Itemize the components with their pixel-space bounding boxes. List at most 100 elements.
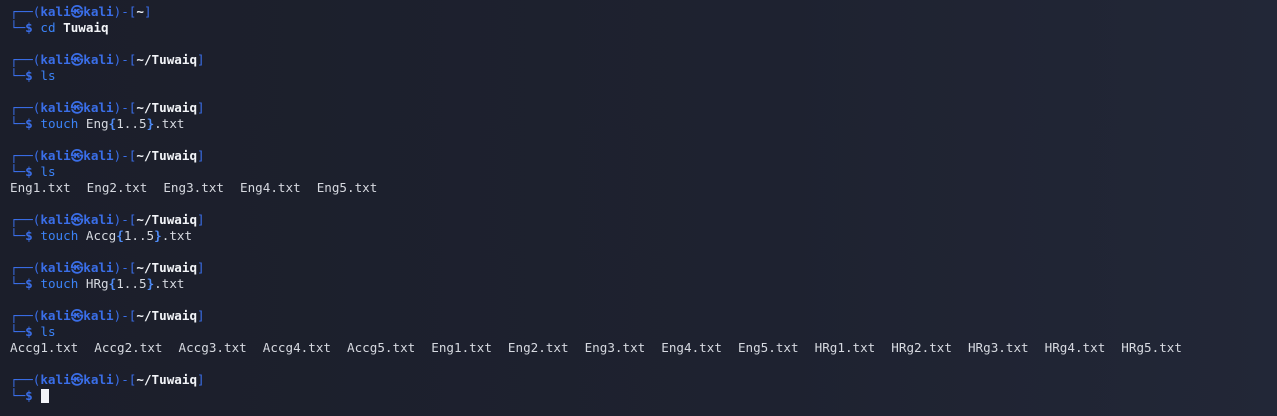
prompt-header-line: ┌──(kali㉿kali)-[~/Tuwaiq] xyxy=(10,372,1270,388)
output-filename: Accg4.txt xyxy=(262,340,331,355)
prompt-host: kali xyxy=(83,52,114,67)
prompt-dollar: $ xyxy=(25,276,33,291)
prompt-path: ~/Tuwaiq xyxy=(136,260,198,275)
prompt-frame: └─ xyxy=(10,276,26,291)
prompt-frame: └─ xyxy=(10,324,26,339)
prompt-frame: ] xyxy=(197,52,205,67)
prompt-separator-icon: ㉿ xyxy=(70,100,84,115)
prompt-dollar: $ xyxy=(25,324,33,339)
output-filename: Eng2.txt xyxy=(86,180,148,195)
prompt-dollar: $ xyxy=(25,164,33,179)
command-line: └─$ ls xyxy=(10,164,1270,180)
command-line: └─$ ls xyxy=(10,324,1270,340)
command-name: touch xyxy=(40,276,79,291)
prompt-dollar: $ xyxy=(25,68,33,83)
prompt-frame: ] xyxy=(197,100,205,115)
prompt-host: kali xyxy=(83,260,114,275)
prompt-header-line: ┌──(kali㉿kali)-[~/Tuwaiq] xyxy=(10,100,1270,116)
prompt-user: kali xyxy=(40,4,71,19)
prompt-path: ~/Tuwaiq xyxy=(136,212,198,227)
prompt-frame: ] xyxy=(197,372,205,387)
prompt-path: ~/Tuwaiq xyxy=(136,148,198,163)
prompt-dollar: $ xyxy=(25,388,33,403)
output-filename: Eng3.txt xyxy=(584,340,646,355)
prompt-dollar: $ xyxy=(25,228,33,243)
prompt-frame: )-[ xyxy=(113,372,137,387)
prompt-frame: ┌──( xyxy=(10,308,41,323)
command-name: ls xyxy=(40,68,56,83)
output-filename: HRg1.txt xyxy=(814,340,876,355)
prompt-path: ~/Tuwaiq xyxy=(136,100,198,115)
prompt-user: kali xyxy=(40,148,71,163)
prompt-frame: └─ xyxy=(10,20,26,35)
command-argument: .txt xyxy=(161,228,193,243)
output-filename: Eng3.txt xyxy=(163,180,225,195)
prompt-separator-icon: ㉿ xyxy=(70,52,84,67)
prompt-frame: ] xyxy=(197,148,205,163)
prompt-user: kali xyxy=(40,260,71,275)
prompt-frame: )-[ xyxy=(113,260,137,275)
command-line: └─$ touch Eng{1..5}.txt xyxy=(10,116,1270,132)
prompt-host: kali xyxy=(83,372,114,387)
prompt-separator-icon: ㉿ xyxy=(70,260,84,275)
prompt-frame: └─ xyxy=(10,68,26,83)
prompt-frame: )-[ xyxy=(113,308,137,323)
prompt-frame: ] xyxy=(197,260,205,275)
prompt-frame: ] xyxy=(197,308,205,323)
output-filename: Eng4.txt xyxy=(661,340,722,355)
output-filename: Eng2.txt xyxy=(507,340,569,355)
prompt-frame: ┌──( xyxy=(10,372,41,387)
command-name: touch xyxy=(40,116,79,131)
output-filename: Accg2.txt xyxy=(94,340,163,355)
prompt-frame: )-[ xyxy=(113,4,137,19)
prompt-path: ~/Tuwaiq xyxy=(136,308,198,323)
command-line[interactable]: └─$ xyxy=(10,388,1270,404)
prompt-separator-icon: ㉿ xyxy=(70,372,84,387)
prompt-frame: )-[ xyxy=(113,212,137,227)
command-argument: Eng xyxy=(85,116,109,131)
command-argument: 1..5 xyxy=(116,276,147,291)
command-argument: .txt xyxy=(154,276,185,291)
command-output: Accg1.txt Accg2.txt Accg3.txt Accg4.txt Accg… xyxy=(10,340,1270,356)
prompt-frame: └─ xyxy=(10,388,26,403)
output-filename: Eng5.txt xyxy=(737,340,799,355)
command-argument: { xyxy=(116,228,124,243)
command-line: └─$ touch Accg{1..5}.txt xyxy=(10,228,1270,244)
command-argument: .txt xyxy=(154,116,185,131)
prompt-separator-icon: ㉿ xyxy=(70,212,84,227)
prompt-frame: )-[ xyxy=(113,100,137,115)
prompt-frame: ] xyxy=(197,212,205,227)
command-argument: HRg xyxy=(85,276,109,291)
prompt-user: kali xyxy=(40,308,71,323)
prompt-host: kali xyxy=(83,4,114,19)
prompt-header-line: ┌──(kali㉿kali)-[~/Tuwaiq] xyxy=(10,52,1270,68)
prompt-path: ~/Tuwaiq xyxy=(136,52,198,67)
command-line: └─$ ls xyxy=(10,68,1270,84)
output-filename: Eng4.txt xyxy=(240,180,301,195)
command-argument: 1..5 xyxy=(123,228,155,243)
prompt-user: kali xyxy=(40,52,71,67)
prompt-host: kali xyxy=(83,212,114,227)
command-name: touch xyxy=(40,228,79,243)
prompt-path: ~/Tuwaiq xyxy=(136,372,198,387)
prompt-header-line: ┌──(kali㉿kali)-[~/Tuwaiq] xyxy=(10,148,1270,164)
command-argument: Accg xyxy=(85,228,117,243)
prompt-dollar: $ xyxy=(25,116,33,131)
output-filename: HRg2.txt xyxy=(891,340,952,355)
prompt-frame: ┌──( xyxy=(10,148,41,163)
prompt-frame: └─ xyxy=(10,164,26,179)
text-cursor[interactable] xyxy=(40,389,49,403)
prompt-separator-icon: ㉿ xyxy=(70,308,84,323)
prompt-host: kali xyxy=(83,148,114,163)
command-name: ls xyxy=(40,164,56,179)
prompt-frame: ] xyxy=(143,4,152,19)
prompt-user: kali xyxy=(40,100,71,115)
command-line: └─$ touch HRg{1..5}.txt xyxy=(10,276,1270,292)
terminal-window[interactable]: ┌──(kali㉿kali)-[~] └─$ cd Tuwaiq ┌──(kali㉿… xyxy=(10,4,1270,412)
prompt-frame: )-[ xyxy=(113,52,137,67)
prompt-separator-icon: ㉿ xyxy=(70,148,84,163)
output-filename: Accg3.txt xyxy=(178,340,247,355)
prompt-frame: └─ xyxy=(10,228,26,243)
